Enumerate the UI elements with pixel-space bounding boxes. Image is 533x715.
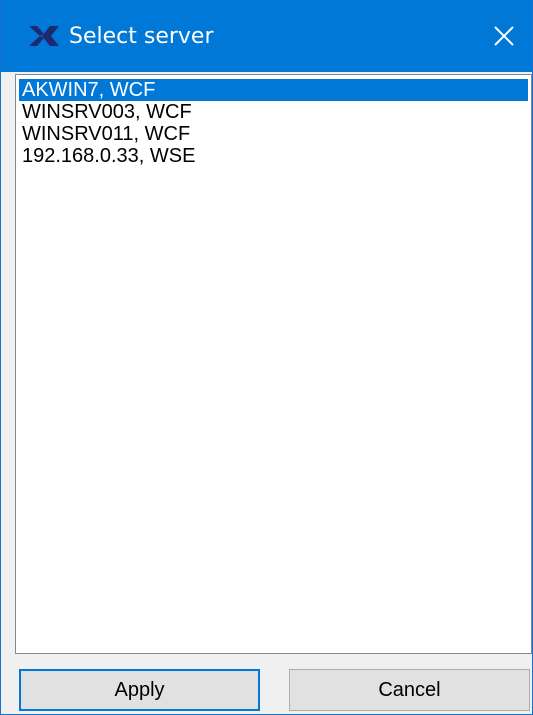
apply-button[interactable]: Apply [19, 669, 260, 711]
list-item[interactable]: AKWIN7, WCF [19, 79, 528, 101]
window-title: Select server [69, 24, 214, 49]
server-listbox[interactable]: AKWIN7, WCF WINSRV003, WCF WINSRV011, WC… [15, 74, 532, 654]
title-bar[interactable]: Select server [1, 0, 532, 72]
close-icon [494, 26, 514, 46]
list-item[interactable]: WINSRV011, WCF [19, 123, 528, 145]
close-button[interactable] [476, 0, 532, 72]
list-item[interactable]: 192.168.0.33, WSE [19, 145, 528, 167]
list-item[interactable]: WINSRV003, WCF [19, 101, 528, 123]
cancel-button[interactable]: Cancel [289, 669, 530, 711]
select-server-dialog: Select server AKWIN7, WCF WINSRV003, WCF… [0, 0, 533, 715]
app-logo-icon [29, 26, 59, 46]
